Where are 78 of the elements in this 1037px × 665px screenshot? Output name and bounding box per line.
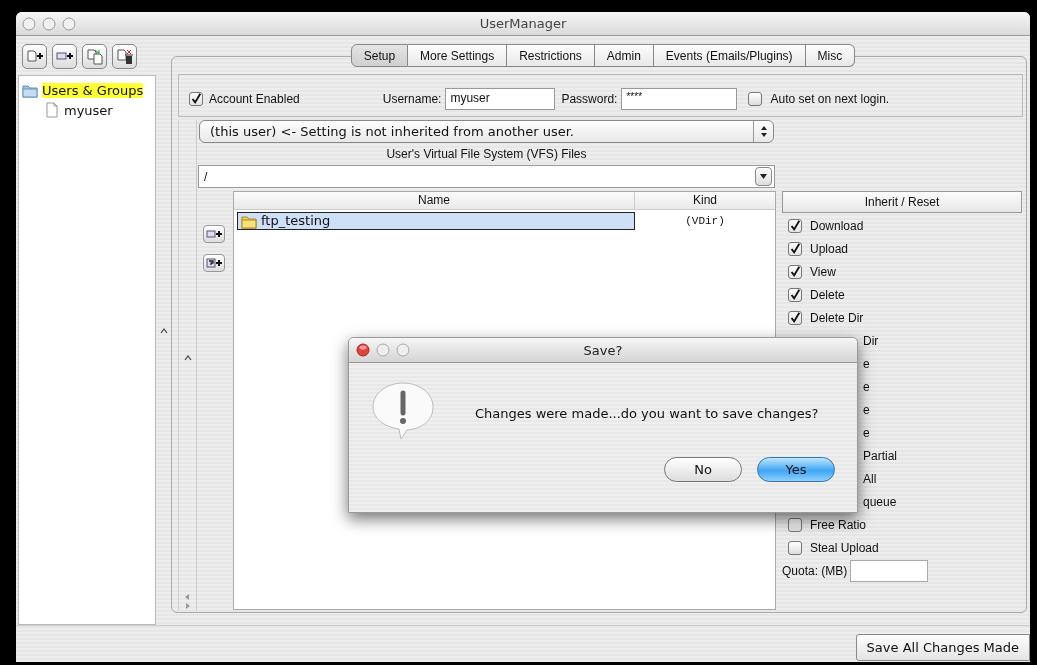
password-field[interactable]: **** <box>621 87 738 110</box>
window-title: UserManager <box>479 16 567 31</box>
permission-label: queue <box>862 494 897 509</box>
add-button[interactable] <box>203 254 225 272</box>
permission-label: Steal Upload <box>810 540 879 555</box>
dialog-button[interactable]: No <box>664 457 742 482</box>
updown-arrow-icon <box>759 126 768 137</box>
permission-label: Partial <box>862 448 897 463</box>
dialog-message: Changes were made...do you want to save changes? <box>475 405 819 421</box>
box-plus-icon <box>205 257 223 269</box>
tab[interactable]: More Settings <box>408 44 508 67</box>
permission-label: e <box>862 356 870 371</box>
scroll-arrows-icon <box>184 593 191 610</box>
tree-item[interactable]: Users & Groups <box>42 82 144 98</box>
caret-up-icon <box>183 355 192 361</box>
toolbar-button[interactable] <box>112 44 137 69</box>
section-title: User's Virtual File System (VFS) Files <box>386 147 587 161</box>
toolbar-button[interactable] <box>52 44 77 69</box>
file-name: ftp_testing <box>261 213 331 228</box>
permission-label: Download <box>810 218 864 233</box>
dialog-title: Save? <box>583 342 623 358</box>
username-field[interactable]: myuser <box>445 87 556 110</box>
path-dropdown[interactable]: / <box>198 165 775 188</box>
tab[interactable]: Setup <box>350 44 409 67</box>
zoom-icon <box>396 343 410 357</box>
quota-field[interactable] <box>850 560 929 582</box>
permission-label: Upload <box>810 241 849 256</box>
permission-label: Dir <box>862 333 879 348</box>
table-row[interactable]: ftp_testing <box>237 211 635 230</box>
inherit-dropdown[interactable]: (this user) <- Setting is not inherited from another user. <box>199 120 774 143</box>
add-button[interactable] <box>203 225 225 243</box>
permission-label: Delete Dir <box>810 310 864 325</box>
tab[interactable]: Admin <box>594 44 654 67</box>
checkbox[interactable] <box>788 241 802 256</box>
checkbox[interactable] <box>788 540 802 555</box>
file-icon <box>44 102 60 118</box>
checkbox[interactable] <box>788 218 802 233</box>
document-plus-icon <box>25 48 44 65</box>
checkbox[interactable] <box>788 517 802 532</box>
tab[interactable]: Misc <box>805 44 856 67</box>
checkbox[interactable] <box>788 264 802 279</box>
dropdown-arrow-icon <box>760 174 767 179</box>
tab[interactable]: Events (Emails/Plugins) <box>653 44 806 67</box>
document-trash-icon <box>115 48 134 65</box>
permission-label: View <box>810 264 836 279</box>
dialog-button[interactable]: Yes <box>757 457 835 482</box>
save-button[interactable]: Save All Changes Made <box>855 633 1030 661</box>
folder-icon <box>22 82 38 98</box>
username-label: Username: <box>382 91 442 106</box>
zoom-icon <box>62 17 76 31</box>
quota-label: Quota: (MB) <box>782 564 848 578</box>
checkbox-label: Account Enabled <box>209 91 300 106</box>
permission-label: Delete <box>810 287 845 302</box>
toolbar-button[interactable] <box>22 44 47 69</box>
checkbox-label: Auto set on next login. <box>770 91 890 106</box>
minimize-icon <box>42 17 56 31</box>
tree-item[interactable]: myuser <box>64 102 113 118</box>
checkbox[interactable] <box>748 91 763 106</box>
checkbox[interactable] <box>189 91 203 106</box>
permission-label: e <box>862 425 870 440</box>
tab[interactable]: Restrictions <box>507 44 595 67</box>
permission-label: Free Ratio <box>810 517 867 532</box>
documents-arrow-icon <box>85 48 104 65</box>
permission-label: e <box>862 379 870 394</box>
caret-up-icon <box>159 327 168 334</box>
checkbox[interactable] <box>788 287 802 302</box>
close-icon[interactable] <box>356 343 370 357</box>
rectangle-plus-icon <box>205 228 223 240</box>
password-label: Password: <box>561 91 618 106</box>
permission-label: All <box>862 471 877 486</box>
inherit-reset-button[interactable]: Inherit / Reset <box>782 191 1022 213</box>
alert-icon <box>371 381 435 441</box>
close-icon <box>22 17 36 31</box>
column-header[interactable]: Name <box>234 192 635 209</box>
column-header[interactable]: Kind <box>635 192 775 209</box>
minimize-icon <box>376 343 390 357</box>
table-cell-text: (VDir) <box>684 214 726 227</box>
checkbox[interactable] <box>788 310 802 325</box>
